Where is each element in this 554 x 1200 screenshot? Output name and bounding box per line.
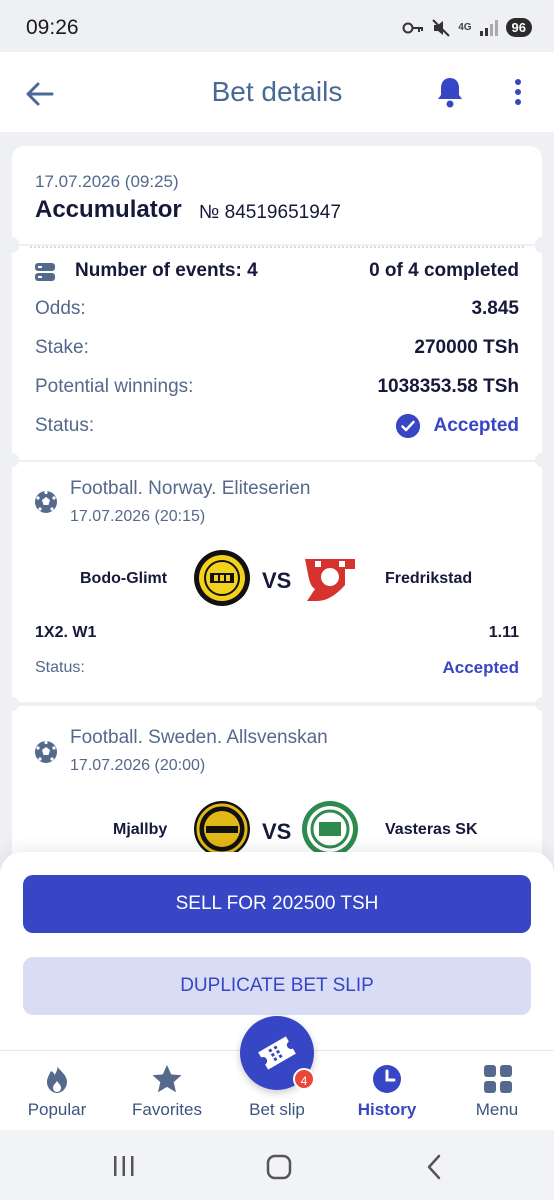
nav-history[interactable]: History — [332, 1051, 442, 1131]
events-progress: 0 of 4 completed — [369, 260, 519, 281]
status-row: Status: Accepted — [35, 414, 519, 439]
recent-apps-icon[interactable] — [112, 1155, 136, 1177]
bodo-glimt-logo — [194, 550, 250, 606]
grid-icon — [484, 1065, 512, 1093]
events-list-icon — [35, 263, 55, 281]
check-circle-icon — [396, 414, 420, 438]
event-status-value: Accepted — [442, 658, 519, 677]
system-navigation — [0, 1130, 554, 1200]
duplicate-bet-slip-button[interactable]: DUPLICATE BET SLIP — [23, 957, 531, 1015]
event-date: 17.07.2026 (20:00) — [70, 757, 206, 774]
bet-number: № 84519651947 — [199, 202, 341, 223]
ticket-notch — [535, 697, 549, 711]
event-card[interactable]: Football. Sweden. Allsvenskan 17.07.2026… — [5, 697, 549, 866]
bet-details-card: Number of events: 4 0 of 4 completed Odd… — [5, 239, 549, 460]
status-label: Status: — [35, 415, 95, 436]
nav-label: History — [357, 1100, 417, 1119]
ticket-notch — [535, 453, 549, 467]
status-icons: 4G 96 — [402, 18, 532, 37]
bet-date: 17.07.2026 (09:25) — [35, 172, 179, 191]
away-team: Vasteras SK — [385, 821, 478, 838]
event-card[interactable]: Football. Norway. Eliteserien 17.07.2026… — [5, 453, 549, 702]
odds-label: Odds: — [35, 298, 86, 319]
bet-type: Accumulator — [35, 196, 182, 223]
status-bar: 09:26 4G 96 — [0, 0, 554, 52]
ticket-notch — [5, 239, 19, 253]
key-icon — [402, 22, 424, 33]
app-header: Bet details — [0, 52, 554, 132]
ticket-notch — [535, 239, 549, 253]
home-team: Bodo-Glimt — [80, 570, 168, 587]
event-league: Football. Sweden. Allsvenskan — [70, 727, 328, 748]
mute-icon — [432, 18, 450, 37]
bet-summary-card: 17.07.2026 (09:25) Accumulator № 8451965… — [5, 146, 549, 251]
mjallby-logo — [194, 801, 250, 857]
winnings-row: Potential winnings: 1038353.58 TSh — [35, 376, 519, 400]
nav-label: Bet slip — [249, 1100, 305, 1119]
stake-row: Stake: 270000 TSh — [35, 337, 519, 361]
odds-row: Odds: 3.845 — [35, 298, 519, 322]
stake-value: 270000 TSh — [414, 337, 519, 358]
events-row: Number of events: 4 0 of 4 completed — [35, 260, 519, 284]
home-icon[interactable] — [266, 1154, 292, 1180]
football-icon — [35, 740, 57, 763]
battery-level: 96 — [505, 18, 532, 37]
vs-label: VS — [262, 568, 292, 593]
more-vertical-icon[interactable] — [506, 74, 530, 110]
event-status-label: Status: — [35, 659, 85, 676]
nav-popular[interactable]: Popular — [2, 1051, 112, 1131]
ticket-notch — [5, 697, 19, 711]
clock-icon — [373, 1065, 401, 1093]
winnings-value: 1038353.58 TSh — [377, 376, 519, 397]
divider — [30, 246, 524, 248]
fredrikstad-logo — [305, 559, 355, 601]
winnings-label: Potential winnings: — [35, 376, 194, 397]
home-team: Mjallby — [113, 821, 168, 838]
vasteras-logo — [302, 801, 358, 857]
flame-icon — [47, 1065, 67, 1093]
star-icon — [152, 1065, 182, 1093]
betslip-count-badge: 4 — [293, 1068, 315, 1090]
event-market: 1X2. W1 — [35, 624, 97, 641]
nav-label: Favorites — [132, 1100, 202, 1119]
events-count: Number of events: 4 — [75, 260, 258, 281]
bell-icon[interactable] — [432, 74, 468, 110]
stake-label: Stake: — [35, 337, 89, 358]
signal-icon — [479, 19, 498, 36]
event-date: 17.07.2026 (20:15) — [70, 508, 206, 525]
system-back-icon[interactable] — [424, 1154, 444, 1180]
vs-label: VS — [262, 819, 292, 844]
football-icon — [35, 490, 57, 513]
sell-bet-button[interactable]: SELL FOR 202500 TSH — [23, 875, 531, 933]
odds-value: 3.845 — [471, 298, 519, 319]
away-team: Fredrikstad — [385, 570, 473, 587]
nav-label: Menu — [475, 1100, 519, 1119]
ticket-notch — [5, 453, 19, 467]
event-odd: 1.11 — [488, 624, 519, 641]
nav-label: Popular — [27, 1100, 87, 1119]
status-time: 09:26 — [26, 16, 79, 39]
page-title: Bet details — [211, 76, 343, 107]
network-type: 4G — [458, 22, 472, 33]
nav-favorites[interactable]: Favorites — [112, 1051, 222, 1131]
nav-menu[interactable]: Menu — [442, 1051, 552, 1131]
event-league: Football. Norway. Eliteserien — [70, 478, 311, 499]
status-value: Accepted — [433, 415, 519, 436]
